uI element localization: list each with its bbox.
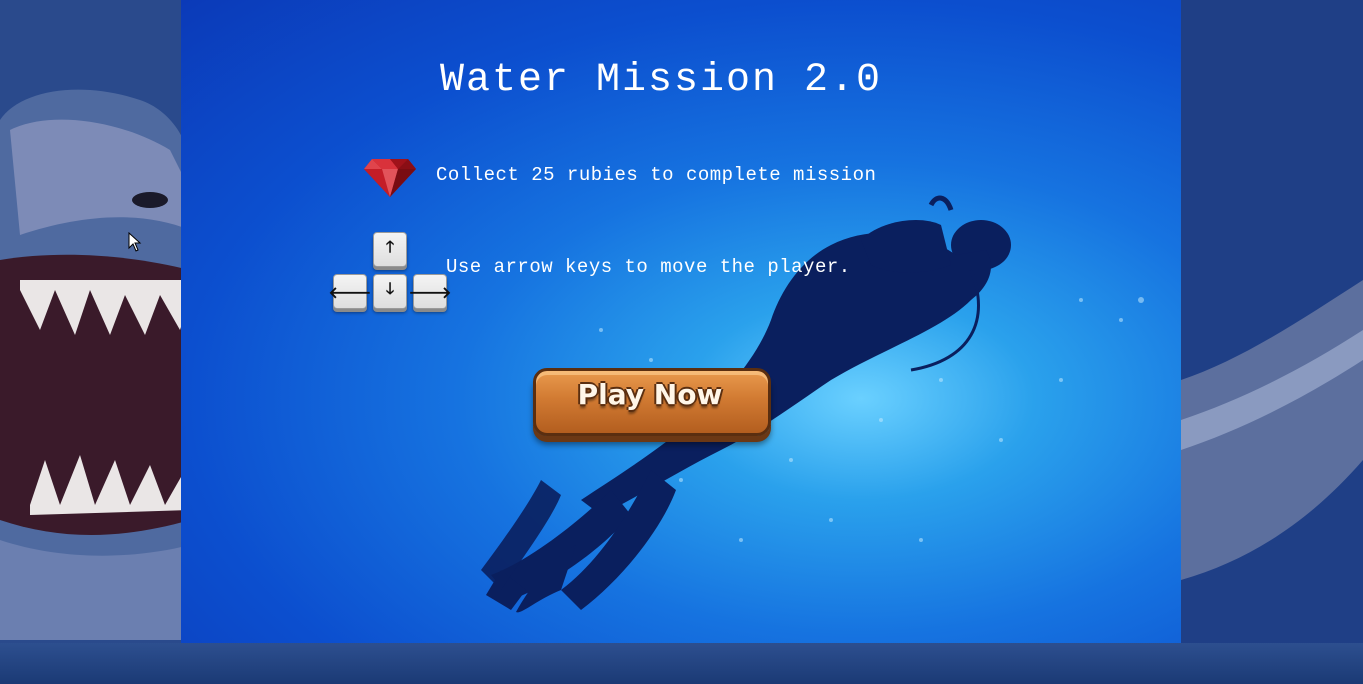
- arrow-keys-illustration: 🡑 🡐 🡓 🡒: [329, 232, 451, 314]
- objective-text: Collect 25 rubies to complete mission: [436, 164, 877, 186]
- play-button-label: Play Now: [577, 378, 723, 411]
- game-start-panel: Water Mission 2.0 Collect 25 rubies to c…: [181, 0, 1181, 643]
- arrow-left-key-icon: 🡐: [329, 274, 371, 309]
- background-bottom-strip: [0, 643, 1363, 684]
- play-now-button[interactable]: Play Now: [531, 366, 771, 438]
- ruby-icon: [364, 159, 416, 197]
- mouse-cursor-icon: [128, 232, 142, 252]
- game-title: Water Mission 2.0: [439, 58, 883, 103]
- arrow-down-key-icon: 🡓: [373, 274, 407, 309]
- objective-row: Collect 25 rubies to complete mission: [364, 150, 876, 200]
- background-shark-left: [0, 0, 190, 684]
- arrow-up-key-icon: 🡑: [373, 232, 407, 267]
- arrow-right-key-icon: 🡒: [409, 274, 451, 309]
- background-shark-right: [1181, 0, 1363, 684]
- controls-text: Use arrow keys to move the player.: [446, 256, 851, 278]
